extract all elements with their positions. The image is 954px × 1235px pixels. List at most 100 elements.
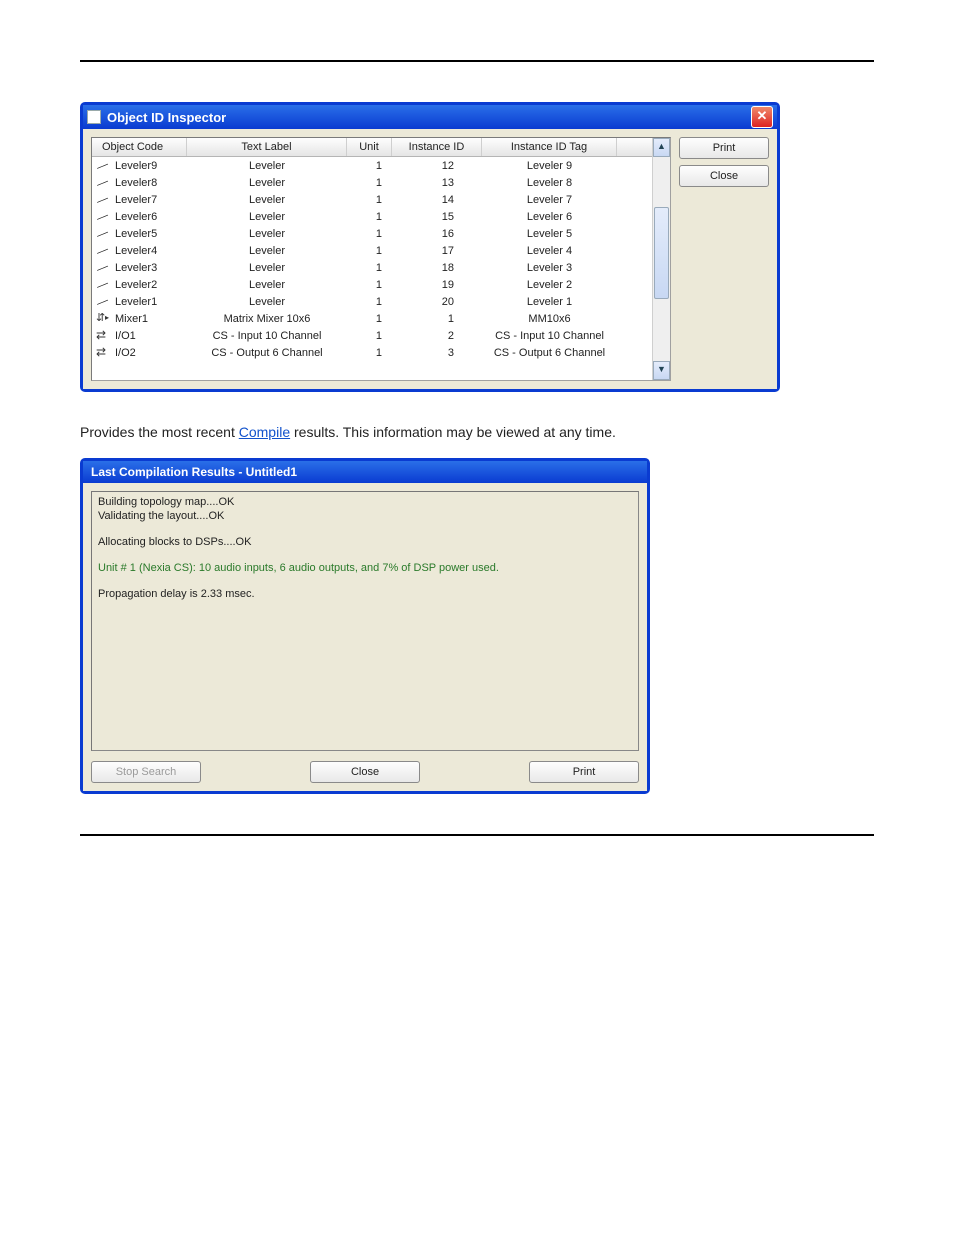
table-row[interactable]: Leveler6Leveler115Leveler 6 — [92, 208, 652, 225]
scroll-up-icon[interactable]: ▲ — [653, 138, 670, 157]
cell-object-code: Leveler6 — [115, 211, 157, 223]
cell-unit: 1 — [347, 245, 392, 257]
close-button[interactable]: Close — [679, 165, 769, 187]
cell-instance-id-tag: Leveler 2 — [482, 279, 617, 291]
curve-icon — [96, 177, 112, 189]
grid-header[interactable]: Object Code Text Label Unit Instance ID … — [92, 138, 652, 157]
cell-instance-id-tag: Leveler 6 — [482, 211, 617, 223]
description-text: Provides the most recent Compile results… — [80, 424, 874, 440]
print-button[interactable]: Print — [679, 137, 769, 159]
table-row[interactable]: Leveler7 Leveler114Leveler 7 — [92, 191, 652, 208]
cell-instance-id: 16 — [392, 228, 482, 240]
cell-unit: 1 — [347, 262, 392, 274]
log-line: Building topology map....OK — [98, 496, 632, 508]
curve-icon — [96, 245, 112, 257]
inspector-titlebar[interactable]: Object ID Inspector ✕ — [83, 105, 777, 129]
close-icon[interactable]: ✕ — [751, 106, 773, 128]
table-row[interactable]: Leveler8Leveler113Leveler 8 — [92, 174, 652, 191]
log-line: Validating the layout....OK — [98, 510, 632, 522]
compile-titlebar[interactable]: Last Compilation Results - Untitled1 — [83, 461, 647, 483]
cell-instance-id: 19 — [392, 279, 482, 291]
cell-object-code: Leveler5 — [115, 228, 157, 240]
cell-text-label: Leveler — [187, 296, 347, 308]
cell-instance-id-tag: Leveler 4 — [482, 245, 617, 257]
cell-instance-id-tag: MM10x6 — [482, 313, 617, 325]
io-icon — [96, 330, 112, 342]
compile-log: Building topology map....OK Validating t… — [91, 491, 639, 751]
cell-object-code: Mixer1 — [115, 313, 148, 325]
inspector-grid: Object Code Text Label Unit Instance ID … — [91, 137, 671, 381]
cell-text-label: Matrix Mixer 10x6 — [187, 313, 347, 325]
cell-text-label: Leveler — [187, 211, 347, 223]
cell-unit: 1 — [347, 228, 392, 240]
cell-object-code: I/O2 — [115, 347, 136, 359]
cell-object-code: Leveler2 — [115, 279, 157, 291]
cell-object-code: Leveler4 — [115, 245, 157, 257]
col-text-label[interactable]: Text Label — [187, 138, 347, 156]
mixer-icon — [96, 313, 112, 325]
cell-instance-id-tag: Leveler 3 — [482, 262, 617, 274]
cell-text-label: Leveler — [187, 194, 347, 206]
cell-instance-id: 1 — [392, 313, 482, 325]
cell-unit: 1 — [347, 194, 392, 206]
log-line-highlight: Unit # 1 (Nexia CS): 10 audio inputs, 6 … — [98, 562, 632, 574]
table-row[interactable]: Mixer1Matrix Mixer 10x611MM10x6 — [92, 310, 652, 327]
cell-object-code: Leveler1 — [115, 296, 157, 308]
cell-text-label: Leveler — [187, 245, 347, 257]
cell-instance-id-tag: Leveler 9 — [482, 160, 617, 172]
object-id-inspector-window: Object ID Inspector ✕ Object Code Text L… — [80, 102, 780, 392]
cell-text-label: CS - Output 6 Channel — [187, 347, 347, 359]
log-line: Allocating blocks to DSPs....OK — [98, 536, 632, 548]
table-row[interactable]: Leveler3Leveler118Leveler 3 — [92, 259, 652, 276]
col-unit[interactable]: Unit — [347, 138, 392, 156]
cell-unit: 1 — [347, 347, 392, 359]
cell-unit: 1 — [347, 160, 392, 172]
cell-object-code: Leveler8 — [115, 177, 157, 189]
cell-text-label: Leveler — [187, 228, 347, 240]
bottom-rule — [80, 834, 874, 836]
cell-unit: 1 — [347, 211, 392, 223]
cell-instance-id: 3 — [392, 347, 482, 359]
cell-text-label: CS - Input 10 Channel — [187, 330, 347, 342]
table-row[interactable]: Leveler2Leveler119Leveler 2 — [92, 276, 652, 293]
cell-instance-id: 12 — [392, 160, 482, 172]
cell-instance-id: 14 — [392, 194, 482, 206]
log-line: Propagation delay is 2.33 msec. — [98, 588, 632, 600]
cell-instance-id-tag: CS - Output 6 Channel — [482, 347, 617, 359]
cell-instance-id-tag: Leveler 1 — [482, 296, 617, 308]
col-object-code[interactable]: Object Code — [92, 138, 187, 156]
col-instance-id-tag[interactable]: Instance ID Tag — [482, 138, 617, 156]
cell-instance-id-tag: Leveler 7 — [482, 194, 617, 206]
curve-icon — [96, 160, 112, 172]
compilation-results-window: Last Compilation Results - Untitled1 Bui… — [80, 458, 650, 794]
scroll-down-icon[interactable]: ▼ — [653, 361, 670, 380]
cell-object-code: Leveler9 — [115, 160, 157, 172]
col-instance-id[interactable]: Instance ID — [392, 138, 482, 156]
table-row[interactable]: Leveler5 Leveler116Leveler 5 — [92, 225, 652, 242]
cell-object-code: Leveler7 — [115, 194, 157, 206]
table-row[interactable]: Leveler1Leveler120Leveler 1 — [92, 293, 652, 310]
cell-instance-id-tag: Leveler 8 — [482, 177, 617, 189]
table-row[interactable]: I/O2CS - Output 6 Channel13CS - Output 6… — [92, 344, 652, 361]
curve-icon — [96, 194, 112, 206]
vertical-scrollbar[interactable]: ▲ ▼ — [652, 138, 670, 380]
table-row[interactable]: Leveler4 Leveler117Leveler 4 — [92, 242, 652, 259]
cell-unit: 1 — [347, 177, 392, 189]
scroll-thumb[interactable] — [654, 207, 669, 299]
print-button[interactable]: Print — [529, 761, 639, 783]
close-button[interactable]: Close — [310, 761, 420, 783]
inspector-title: Object ID Inspector — [107, 110, 226, 125]
compile-link[interactable]: Compile — [239, 424, 290, 440]
cell-instance-id-tag: CS - Input 10 Channel — [482, 330, 617, 342]
cell-instance-id-tag: Leveler 5 — [482, 228, 617, 240]
grid-rows[interactable]: Leveler9Leveler112Leveler 9Leveler8Level… — [92, 157, 652, 380]
table-row[interactable]: I/O1CS - Input 10 Channel12CS - Input 10… — [92, 327, 652, 344]
cell-instance-id: 13 — [392, 177, 482, 189]
table-row[interactable]: Leveler9Leveler112Leveler 9 — [92, 157, 652, 174]
cell-unit: 1 — [347, 313, 392, 325]
curve-icon — [96, 296, 112, 308]
stop-search-button: Stop Search — [91, 761, 201, 783]
cell-instance-id: 20 — [392, 296, 482, 308]
scroll-track[interactable] — [653, 157, 670, 361]
cell-instance-id: 17 — [392, 245, 482, 257]
